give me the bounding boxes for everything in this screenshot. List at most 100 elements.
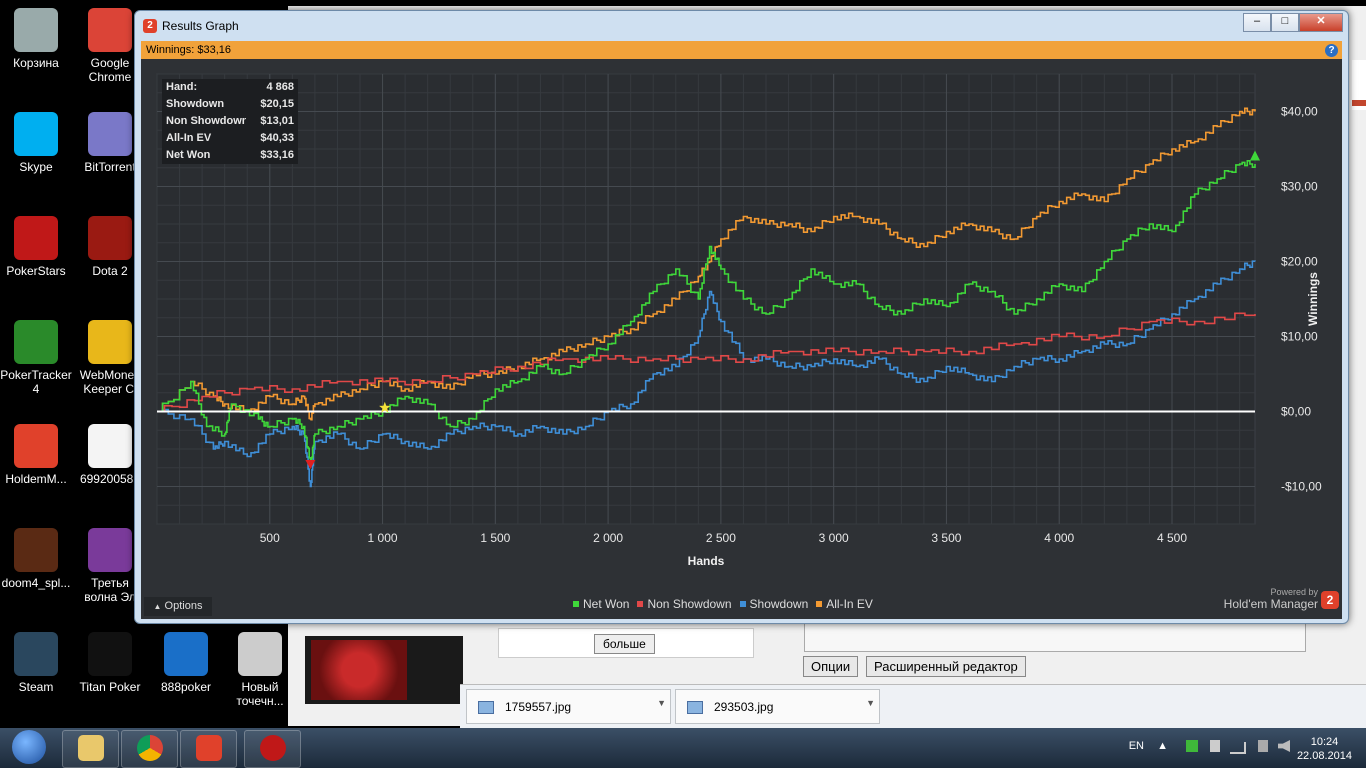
doom-image-icon xyxy=(14,528,58,572)
stats-row: Hand: 4 868 xyxy=(162,79,298,96)
y-tick-label: $10,00 xyxy=(1281,330,1318,344)
stats-value: 4 868 xyxy=(266,81,294,93)
desktop-icon-label: Steam xyxy=(18,680,54,694)
desktop-icon[interactable]: HoldemM... xyxy=(0,424,72,486)
results-graph-window: 2 Results Graph – □ ✕ Winnings: $33,16 ?… xyxy=(134,10,1349,624)
background-right-panel-red xyxy=(1352,100,1366,106)
maximize-button[interactable]: □ xyxy=(1271,13,1299,32)
tray-arrow-icon[interactable]: ▲ xyxy=(1157,740,1168,752)
desktop-icon[interactable]: Titan Poker xyxy=(74,632,146,694)
options-ru-button[interactable]: Опции xyxy=(803,656,859,677)
desktop-icon[interactable]: Новый точечн... xyxy=(224,632,296,708)
volume-icon[interactable] xyxy=(1278,740,1290,752)
taskbar-pokerstars[interactable] xyxy=(244,730,301,768)
holdem-manager-icon xyxy=(14,424,58,468)
x-tick-label: 2 500 xyxy=(706,531,736,545)
start-button[interactable] xyxy=(4,730,54,766)
title-bar[interactable]: 2 Results Graph – □ ✕ xyxy=(135,11,1348,41)
desktop-icon[interactable]: Steam xyxy=(0,632,72,694)
signal-icon[interactable] xyxy=(1230,742,1246,754)
desktop-icon[interactable]: Корзина xyxy=(0,8,72,70)
chrome-icon xyxy=(136,735,163,761)
stats-label: Showdown xyxy=(166,98,225,110)
system-tray: EN ▲ 10:24 22.08.2014 xyxy=(1066,728,1366,768)
legend-label: Net Won xyxy=(583,597,630,611)
advanced-editor-button[interactable]: Расширенный редактор xyxy=(866,656,1026,677)
stats-value: $20,15 xyxy=(260,98,294,110)
legend-item[interactable]: Net Won xyxy=(573,597,629,611)
minimize-button[interactable]: – xyxy=(1243,13,1271,32)
desktop-icon[interactable]: 888poker xyxy=(150,632,222,694)
text-area[interactable] xyxy=(804,622,1306,652)
legend-label: Non Showdown xyxy=(647,597,732,611)
titan-poker-icon xyxy=(88,632,132,676)
window-title: Results Graph xyxy=(162,19,239,33)
desktop-icon-label: HoldemM... xyxy=(5,472,67,486)
chevron-down-icon[interactable]: ▼ xyxy=(866,698,875,708)
desktop-icon[interactable]: PokerStars xyxy=(0,216,72,278)
chevron-up-icon: ▲ xyxy=(153,602,162,611)
desktop-icon-label: Новый точечн... xyxy=(236,680,284,708)
download-item[interactable]: 293503.jpg ▼ xyxy=(675,689,880,724)
banner-image xyxy=(305,636,463,704)
chart-legend: Net Won Non Showdown Showdown All-In EV xyxy=(573,597,873,611)
options-button[interactable]: ▲ Options xyxy=(144,597,212,616)
desktop-icon-label: Titan Poker xyxy=(79,680,141,694)
holdem-manager-icon xyxy=(195,735,222,761)
download-filename: 1759557.jpg xyxy=(505,700,572,714)
clock[interactable]: 10:24 22.08.2014 xyxy=(1297,735,1352,763)
desktop-icon[interactable]: PokerTracker 4 xyxy=(0,320,72,396)
chevron-down-icon[interactable]: ▼ xyxy=(657,698,666,708)
language-indicator[interactable]: EN xyxy=(1129,740,1144,752)
x-tick-label: 3 500 xyxy=(931,531,961,545)
clock-time: 10:24 xyxy=(1310,736,1339,748)
legend-swatch xyxy=(573,601,579,607)
legend-swatch xyxy=(637,601,644,607)
webmoney-icon xyxy=(88,320,132,364)
x-axis-label: Hands xyxy=(688,554,725,568)
x-tick-label: 4 000 xyxy=(1044,531,1074,545)
desktop-icon-label: 888poker xyxy=(160,680,212,694)
stats-label: Net Won xyxy=(166,149,211,161)
legend-label: Showdown xyxy=(749,597,809,611)
winnings-summary: Winnings: $33,16 xyxy=(146,44,231,56)
legend-item[interactable]: Showdown xyxy=(739,597,809,611)
desktop-icon[interactable]: doom4_spl... xyxy=(0,528,72,590)
graph-panel: 500 1 000 1 500 2 000 2 500 3 000 3 500 4 000 4 … xyxy=(141,59,1342,619)
stats-value: $40,33 xyxy=(260,132,294,144)
flag-icon[interactable] xyxy=(1258,740,1268,752)
stats-row: Net Won $33,16 xyxy=(162,147,298,164)
image-file-icon xyxy=(687,701,703,714)
legend-item[interactable]: Non Showdown xyxy=(637,597,732,611)
taskbar-holdem-manager[interactable] xyxy=(180,730,237,768)
network-icon[interactable] xyxy=(1186,740,1198,752)
recycle-bin-icon xyxy=(14,8,58,52)
desktop-icon-label: PokerTracker 4 xyxy=(0,368,72,396)
device-icon[interactable] xyxy=(1210,740,1220,752)
results-chart: 500 1 000 1 500 2 000 2 500 3 000 3 500 4 000 4 … xyxy=(156,73,1322,568)
winrar-icon xyxy=(88,528,132,572)
taskbar-chrome[interactable] xyxy=(121,730,178,768)
taskbar-explorer[interactable] xyxy=(62,730,119,768)
pokerstars-icon xyxy=(14,216,58,260)
y-tick-label: $30,00 xyxy=(1281,180,1318,194)
help-icon[interactable]: ? xyxy=(1325,44,1338,57)
x-tick-label: 2 000 xyxy=(593,531,623,545)
desktop-icon-label: doom4_spl... xyxy=(1,576,71,590)
taskbar: EN ▲ 10:24 22.08.2014 xyxy=(0,728,1366,768)
legend-item[interactable]: All-In EV xyxy=(816,597,873,611)
y-tick-label: $0,00 xyxy=(1281,405,1311,419)
stats-label: Non Showdown xyxy=(166,115,246,127)
stats-label: Hand: xyxy=(166,81,198,93)
desktop-icon[interactable]: Skype xyxy=(0,112,72,174)
x-tick-label: 500 xyxy=(260,531,280,545)
download-item[interactable]: 1759557.jpg ▼ xyxy=(466,689,671,724)
stats-value: $13,01 xyxy=(260,115,294,127)
brand-name: Hold'em Manager xyxy=(1223,597,1318,611)
desktop-icon-label: Skype xyxy=(19,160,53,174)
stats-value: $33,16 xyxy=(260,149,294,161)
clock-date: 22.08.2014 xyxy=(1296,750,1352,762)
more-button[interactable]: больше xyxy=(594,634,655,654)
skype-icon xyxy=(14,112,58,156)
close-button[interactable]: ✕ xyxy=(1299,13,1343,32)
